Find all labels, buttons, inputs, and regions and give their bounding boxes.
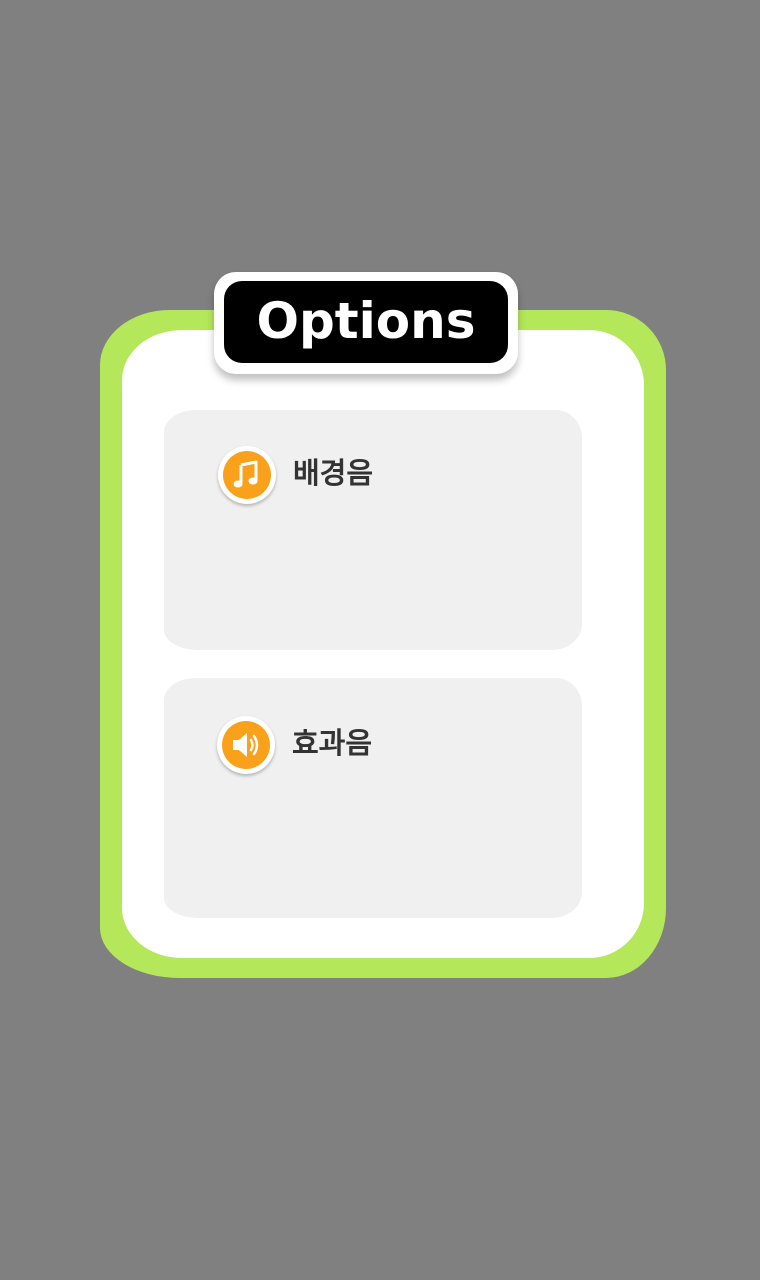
bgm-toggle-button[interactable] (218, 446, 276, 504)
sfx-setting-card (164, 678, 582, 918)
dialog-title: Options (256, 292, 476, 350)
sfx-label: 효과음 (292, 726, 373, 760)
bgm-setting-card (164, 410, 582, 650)
music-note-icon (233, 460, 258, 488)
title-banner: Options (214, 272, 518, 374)
sfx-toggle-button[interactable] (217, 716, 275, 774)
speaker-icon (233, 733, 259, 757)
bgm-label: 배경음 (293, 456, 374, 490)
title-banner-inner: Options (224, 281, 508, 363)
